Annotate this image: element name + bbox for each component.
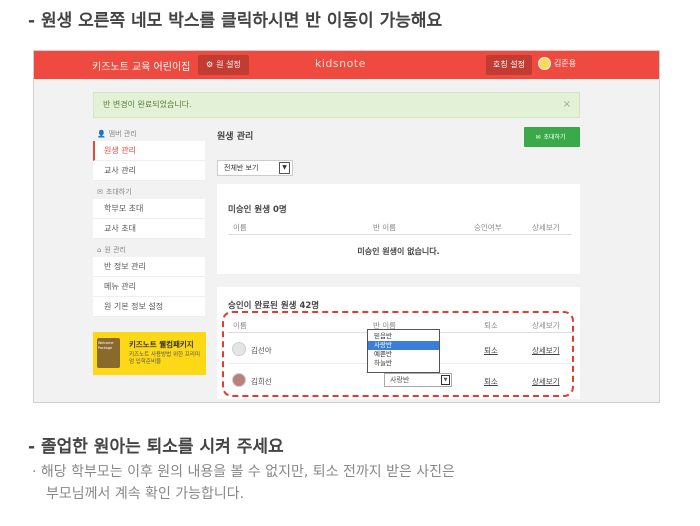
empty-message: 미승인 원생이 없습니다. [357, 247, 440, 256]
app-screenshot: 키즈노트 교육 어린이집 ⚙ 원 설정 kidsnote 호칭 설정 김준용 반… [33, 50, 660, 403]
success-notice: 반 변경이 완료되었습니다. × [93, 92, 580, 118]
package-image: Welcome Package [97, 338, 120, 368]
envelope-icon: ✉ [535, 134, 541, 141]
column-header-approval: 승인여부 [474, 223, 502, 232]
avatar [538, 57, 551, 70]
chevron-down-icon: ▼ [279, 162, 290, 174]
unapproved-title: 미승인 원생 0명 [228, 205, 287, 215]
sidebar-group-members: 👤 멤버 관리 [93, 127, 205, 141]
graduation-heading: - 졸업한 원아는 퇴소를 시켜 주세요 [28, 437, 284, 457]
column-header-withdraw: 퇴소 [484, 321, 498, 330]
school-name: 키즈노트 교육 어린이집 [92, 62, 191, 73]
unapproved-students-panel: 미승인 원생 0명 이름 반 이름 승인여부 상세보기 미승인 원생이 없습니다… [217, 184, 580, 274]
sidebar-group-label: 멤버 관리 [108, 130, 137, 138]
class-option[interactable]: 하늘반 [368, 359, 439, 368]
gear-icon: ⚙ [206, 60, 214, 69]
sidebar-item-students[interactable]: 원생 관리 [93, 141, 205, 161]
note-line: · 해당 학부모는 이후 원의 내용을 볼 수 없지만, 퇴소 전까지 받은 사… [32, 464, 455, 480]
avatar [232, 342, 246, 356]
close-icon[interactable]: × [563, 93, 571, 117]
class-dropdown-list: 믿음반 사랑반 예쁜반 하늘반 [367, 329, 440, 373]
school-settings-button[interactable]: ⚙ 원 설정 [198, 55, 249, 75]
withdraw-link[interactable]: 퇴소 [484, 345, 498, 356]
sidebar-group-school: ⌂ 원 관리 [93, 243, 205, 257]
user-menu[interactable]: 김준용 [538, 57, 576, 70]
user-icon: 👤 [97, 130, 106, 138]
sidebar-item-school-info[interactable]: 원 기본 정보 설정 [93, 297, 205, 317]
sidebar-group-label: 원 관리 [104, 246, 126, 254]
title-settings-button[interactable]: 호칭 설정 [486, 55, 532, 75]
column-header-detail: 상세보기 [532, 321, 560, 330]
class-select[interactable]: 사랑반 ▼ [384, 373, 452, 387]
top-navigation-bar: 키즈노트 교육 어린이집 ⚙ 원 설정 kidsnote 호칭 설정 김준용 [34, 51, 659, 79]
promo-title: 키즈노트 웰컴패키지 [129, 340, 194, 349]
home-icon: ⌂ [97, 246, 102, 254]
user-name: 김준용 [554, 59, 577, 68]
chevron-down-icon: ▼ [441, 375, 450, 385]
column-header-name: 이름 [233, 321, 247, 330]
envelope-icon: ✉ [97, 188, 103, 196]
student-name: 김선아 [251, 346, 272, 355]
graduation-note: · 해당 학부모는 이후 원의 내용을 볼 수 없지만, 퇴소 전까지 받은 사… [32, 461, 672, 505]
sidebar-item-teachers[interactable]: 교사 관리 [93, 161, 205, 181]
unapproved-table-header: 이름 반 이름 승인여부 상세보기 [228, 219, 572, 235]
class-filter-value: 전체반 보기 [224, 164, 259, 172]
avatar [232, 373, 246, 387]
column-header-name: 이름 [233, 223, 247, 232]
withdraw-link[interactable]: 퇴소 [484, 376, 498, 387]
detail-link[interactable]: 상세보기 [532, 345, 560, 356]
class-filter-select[interactable]: 전체반 보기 ▼ [217, 160, 293, 176]
welcome-package-banner[interactable]: Welcome Package 키즈노트 웰컴패키지 키즈노트 사용방법 위한 … [93, 332, 206, 375]
sidebar-group-invite: ✉ 초대하기 [93, 185, 205, 199]
instruction-heading: - 원생 오른쪽 네모 박스를 클릭하시면 반 이동이 가능해요 [28, 11, 443, 31]
student-name: 김희선 [251, 377, 272, 386]
invite-button[interactable]: ✉ 초대하기 [524, 127, 580, 147]
page-title: 원생 관리 [217, 132, 254, 142]
detail-link[interactable]: 상세보기 [532, 376, 560, 387]
class-select-value: 사랑반 [390, 376, 410, 384]
approved-title: 승인이 완료된 원생 42명 [228, 301, 320, 311]
sidebar-item-menu[interactable]: 메뉴 관리 [93, 277, 205, 297]
sidebar-group-label: 초대하기 [105, 188, 132, 196]
invite-button-label: 초대하기 [543, 134, 566, 141]
school-settings-label: 원 설정 [216, 60, 241, 69]
kidsnote-logo[interactable]: kidsnote [315, 57, 366, 70]
class-option-selected[interactable]: 사랑반 [368, 341, 439, 350]
sidebar-item-invite-parents[interactable]: 학부모 초대 [93, 199, 205, 219]
sidebar: 👤 멤버 관리 원생 관리 교사 관리 ✉ 초대하기 학부모 초대 교사 초대 … [93, 127, 205, 317]
note-line: 부모님께서 계속 확인 가능합니다. [46, 486, 245, 502]
class-option[interactable]: 예쁜반 [368, 350, 439, 359]
promo-subtitle: 키즈노트 사용방법 위한 프리미엄 입학준비물 [129, 352, 201, 365]
sidebar-item-class-info[interactable]: 반 정보 관리 [93, 257, 205, 277]
class-option[interactable]: 믿음반 [368, 332, 439, 341]
sidebar-item-invite-teachers[interactable]: 교사 초대 [93, 219, 205, 239]
notice-message: 반 변경이 완료되었습니다. [103, 100, 192, 109]
column-header-class: 반 이름 [373, 223, 397, 232]
column-header-detail: 상세보기 [532, 223, 560, 232]
